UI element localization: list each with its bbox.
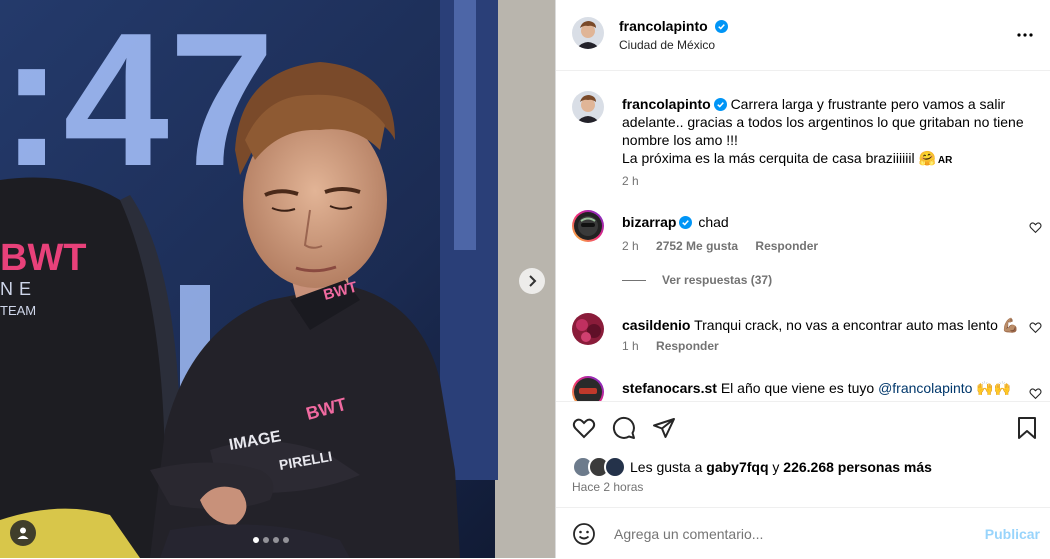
caption-text-line2: La próxima es la más cerquita de casa br… [622,150,936,166]
comment-likes[interactable]: 2752 Me gusta [656,239,738,253]
comments-list[interactable]: francolapinto Carrera larga y frustrante… [556,71,1050,401]
bookmark-save-icon[interactable] [1016,416,1038,440]
publish-button[interactable]: Publicar [985,526,1040,542]
comment-meta: 2 h 2752 Me gusta Responder [622,239,832,253]
svg-text:BWT: BWT [0,237,87,279]
more-horizontal-icon [1017,33,1033,37]
view-replies-label: Ver respuestas (37) [662,273,773,287]
more-options-button[interactable] [1016,26,1034,44]
comment-like-heart-icon[interactable] [1029,321,1042,334]
comment-like-heart-icon[interactable] [1029,387,1042,400]
comment-avatar-bizarrap[interactable] [572,210,604,242]
emoji-picker-icon[interactable] [572,522,596,546]
likes-count[interactable]: 226.268 personas más [783,459,932,475]
likes-connector: y [772,459,780,475]
comment-like-heart-icon[interactable] [1029,221,1042,234]
mention-link[interactable]: @francolapinto [878,380,972,396]
carousel-dot [263,537,269,543]
post-photo[interactable]: :47 BWT NE TEAM BWT BWT IMAGE PIRELLI [0,0,555,558]
carousel-dot [273,537,279,543]
comment-time[interactable]: 1 h [622,339,639,353]
comment-meta: 1 h Responder [622,339,733,353]
comment-text: El año que viene es tuyo [720,380,875,396]
post-location[interactable]: Ciudad de México [619,38,715,52]
comment-text: chad [698,214,729,230]
author-username[interactable]: francolapinto [619,18,708,34]
tagged-users-button[interactable] [10,520,36,546]
caption-time[interactable]: 2 h [622,174,639,188]
comment-avatar-casildenio[interactable] [572,313,604,345]
liker-avatars[interactable] [572,456,626,478]
post-header: francolapinto Ciudad de México [556,0,1050,71]
svg-text:TEAM: TEAM [0,303,36,318]
replies-divider [622,279,646,281]
photo-image: :47 BWT NE TEAM BWT BWT IMAGE PIRELLI [0,0,555,558]
comment-stefanocars: stefanocars.st El año que viene es tuyo … [622,379,1022,397]
comment-bubble-icon[interactable] [612,416,636,440]
comment-composer: Publicar [556,507,1050,559]
view-replies-button[interactable]: Ver respuestas (37) [622,273,772,287]
post-timestamp[interactable]: Hace 2 horas [572,480,643,494]
caption-username[interactable]: francolapinto [622,96,711,112]
like-heart-icon[interactable] [572,416,596,440]
chevron-right-icon [529,275,537,287]
liker-avatar [604,456,626,478]
carousel-dot-active [253,537,259,543]
comment-bizarrap: bizarrap chad [622,213,729,231]
comment-username[interactable]: casildenio [622,317,690,333]
caption-avatar[interactable] [572,91,604,123]
comment-username[interactable]: stefanocars.st [622,380,717,396]
action-bar: Les gusta a gaby7fqq y 226.268 personas … [556,401,1050,507]
user-icon [17,527,29,539]
verified-badge-icon [715,20,729,33]
carousel-dot [283,537,289,543]
reply-button[interactable]: Responder [656,339,719,353]
reply-button[interactable]: Responder [755,239,818,253]
carousel-dots [253,537,289,543]
likes-prefix: Les gusta a [630,459,703,475]
comment-avatar-stefanocars[interactable] [572,376,604,401]
verified-badge-icon [713,98,727,111]
liker-username[interactable]: gaby7fqq [706,459,768,475]
comment-emoji: 🙌🙌 [976,380,1012,396]
comment-casildenio: casildenio Tranqui crack, no vas a encon… [622,316,1022,334]
svg-text:NE: NE [0,279,37,299]
verified-badge-icon [679,216,693,229]
carousel-next-button[interactable] [519,268,545,294]
comment-username[interactable]: bizarrap [622,214,676,230]
share-send-icon[interactable] [652,416,676,440]
author-avatar[interactable] [572,17,604,49]
comment-time[interactable]: 2 h [622,239,639,253]
comment-input[interactable] [612,522,956,546]
comment-text: Tranqui crack, no vas a encontrar auto m… [694,317,1020,333]
post-details-panel: francolapinto Ciudad de México francolap… [555,0,1050,558]
caption: francolapinto Carrera larga y frustrante… [622,95,1032,170]
timer-digits: :47 [0,0,275,206]
flag-ar: AR [937,155,953,166]
liked-by-row: Les gusta a gaby7fqq y 226.268 personas … [572,456,932,478]
